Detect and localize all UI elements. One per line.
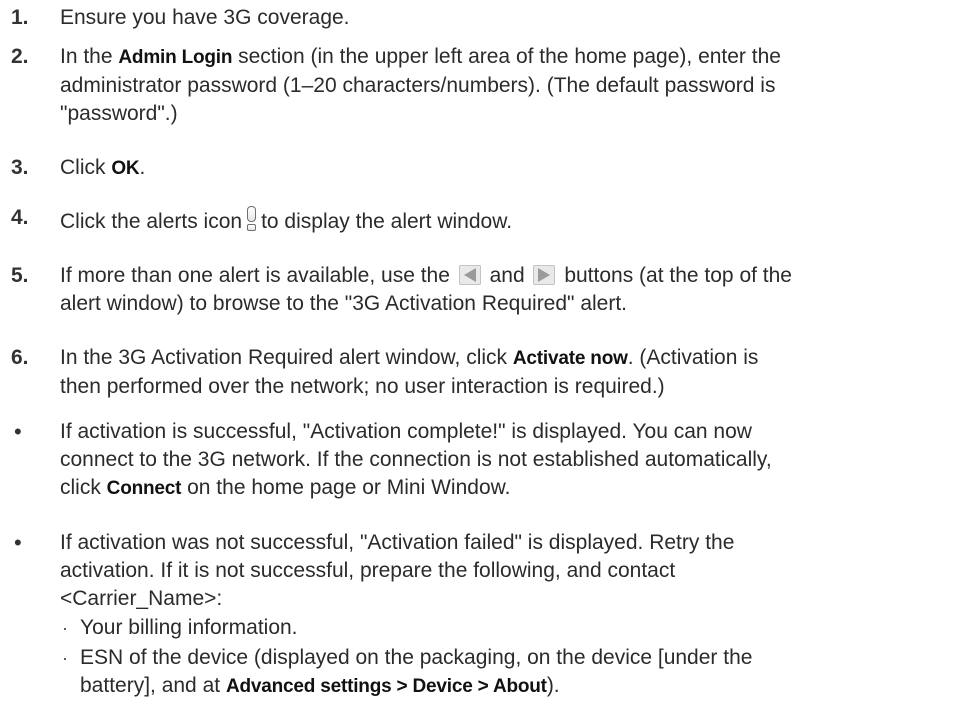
step-text: Click the alerts icon to display the aler… — [60, 204, 965, 236]
next-arrow-icon — [533, 265, 556, 285]
ui-label-connect: Connect — [106, 478, 182, 499]
bullet-text: If activation is successful, "Activation… — [60, 420, 772, 499]
step-text: Click OK. — [60, 156, 146, 179]
step-text: In the Admin Login section (in the upper… — [60, 45, 781, 125]
step-text: If more than one alert is available, use… — [60, 264, 792, 315]
ui-label-advanced-settings-path: Advanced settings > Device > About — [225, 676, 547, 697]
subitem-mark: · — [62, 618, 68, 638]
step-text: Ensure you have 3G coverage. — [60, 6, 350, 29]
step-text: In the 3G Activation Required alert wind… — [60, 346, 759, 398]
subitem-mark: · — [62, 648, 68, 668]
alerts-icon — [246, 204, 258, 232]
ui-label-admin-login: Admin Login — [118, 47, 233, 68]
ui-label-ok: OK — [111, 158, 140, 179]
step-number: 5. — [11, 264, 29, 287]
subitem-text: Your billing information. — [80, 616, 298, 639]
previous-arrow-icon — [458, 265, 481, 285]
step-number: 1. — [11, 6, 29, 29]
step-number: 4. — [11, 206, 29, 229]
subitem-text: ESN of the device (displayed on the pack… — [80, 646, 753, 697]
ui-label-activate-now: Activate now — [512, 348, 628, 369]
bullet-mark: • — [14, 419, 22, 444]
bullet-mark: • — [14, 530, 22, 555]
step-number: 2. — [11, 45, 29, 68]
bullet-text: If activation was not successful, "Activ… — [60, 531, 735, 610]
step-number: 6. — [11, 346, 29, 369]
step-number: 3. — [11, 156, 29, 179]
